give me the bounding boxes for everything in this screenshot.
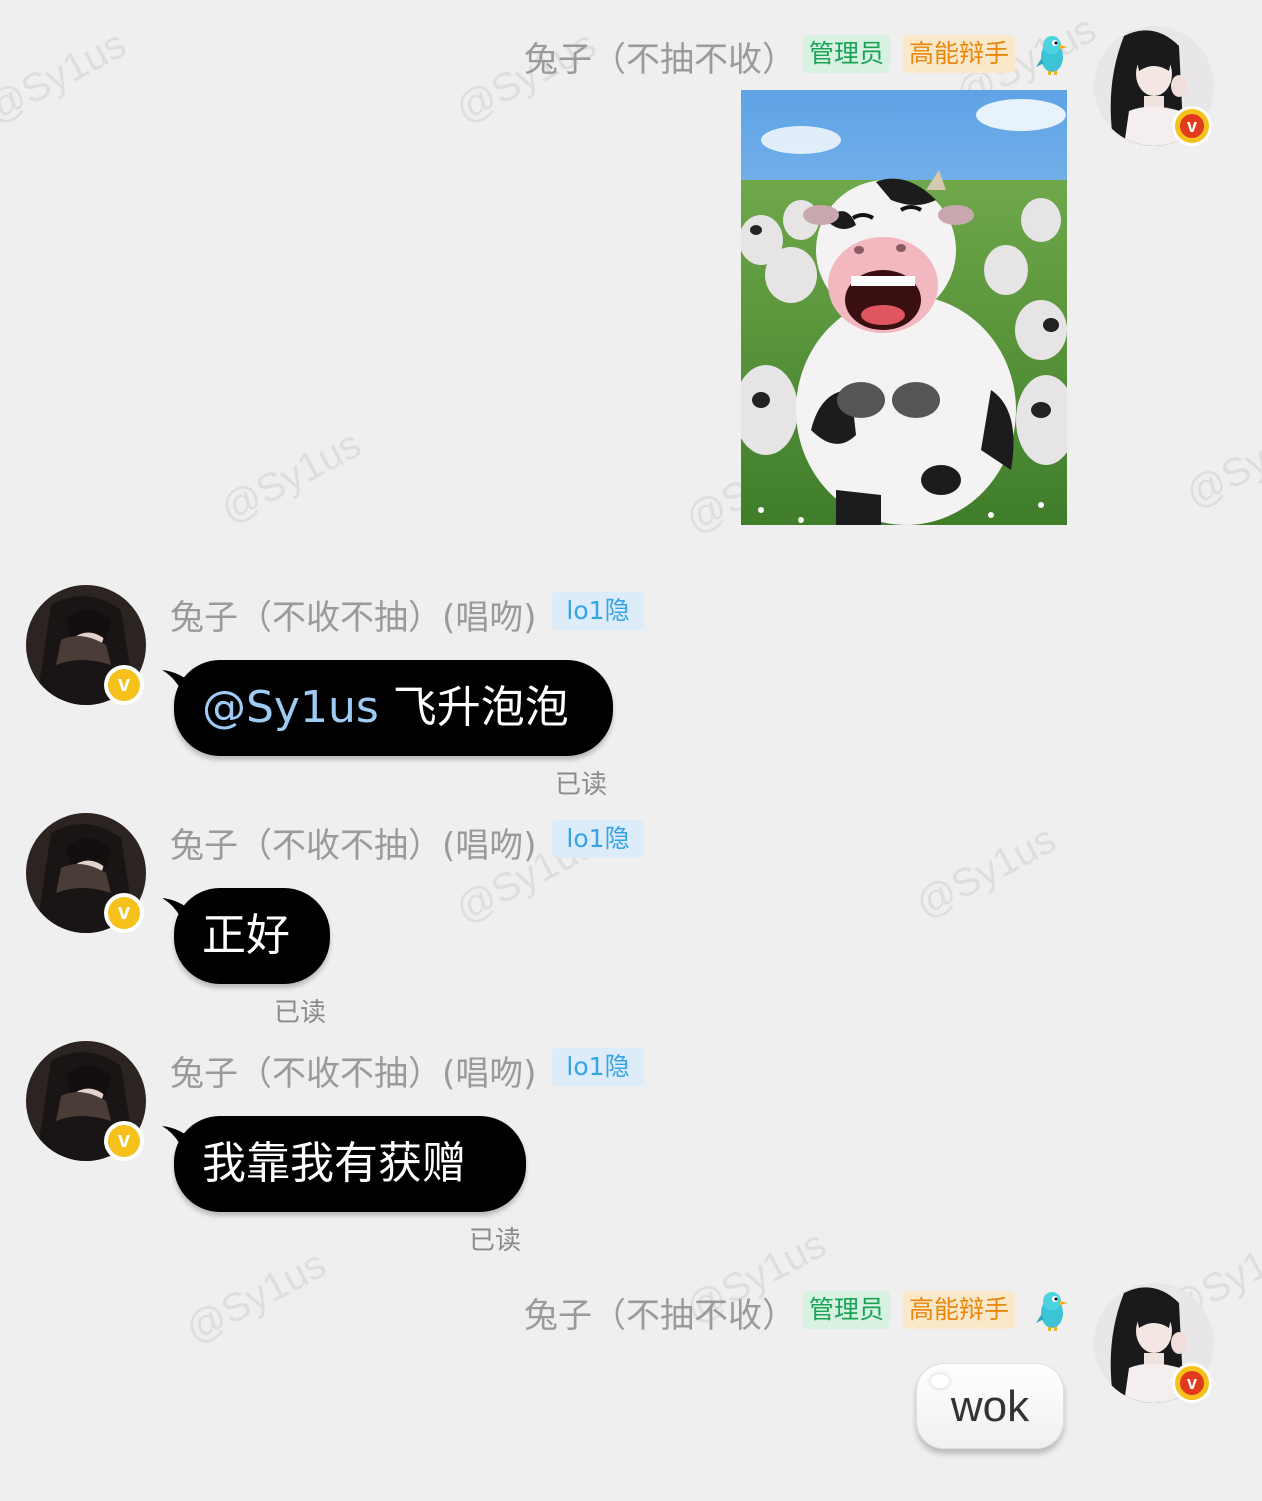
v-badge-icon: v bbox=[1172, 106, 1212, 146]
message-bubble[interactable]: 我靠我有获赠 bbox=[162, 1116, 526, 1212]
message-text: 我靠我有获赠 bbox=[202, 1138, 466, 1189]
avatar[interactable]: v bbox=[26, 813, 146, 933]
bubble-tail bbox=[162, 670, 192, 696]
bubble-shine bbox=[931, 1374, 949, 1388]
sender-name[interactable]: 兔子（不收不抽）(唱吻) bbox=[170, 818, 537, 867]
debater-badge: 高能辩手 bbox=[903, 1291, 1016, 1329]
message-text: 飞升泡泡 bbox=[378, 682, 569, 733]
sender-name[interactable]: 兔子（不抽不收） bbox=[524, 32, 796, 81]
bubble-tail bbox=[162, 898, 192, 924]
admin-badge: 管理员 bbox=[803, 1291, 891, 1329]
mention-link[interactable]: @Sy1us bbox=[202, 682, 379, 733]
avatar[interactable]: v bbox=[26, 1041, 146, 1161]
v-badge-icon: v bbox=[104, 893, 144, 933]
message-text: wok bbox=[950, 1382, 1030, 1431]
v-badge-icon: v bbox=[1172, 1363, 1212, 1403]
watermark: @Sy1us bbox=[213, 422, 368, 533]
message-bubble[interactable]: 正好 bbox=[162, 888, 330, 984]
sender-name[interactable]: 兔子（不收不抽）(唱吻) bbox=[170, 1046, 537, 1095]
laughing-cow-sticker[interactable] bbox=[741, 90, 1067, 525]
debater-badge: 高能辩手 bbox=[903, 35, 1016, 73]
message-text: 正好 bbox=[202, 910, 290, 961]
avatar[interactable]: v bbox=[1094, 26, 1214, 146]
bird-icon bbox=[1034, 33, 1070, 75]
watermark: @Sy1us bbox=[0, 22, 133, 133]
avatar[interactable]: v bbox=[1094, 1283, 1214, 1403]
v-badge-icon: v bbox=[104, 1121, 144, 1161]
level-badge: lo1隐 bbox=[552, 1048, 644, 1086]
watermark: @Sy1us bbox=[1178, 407, 1262, 518]
read-status: 已读 bbox=[274, 998, 327, 1028]
avatar[interactable]: v bbox=[26, 585, 146, 705]
sender-name[interactable]: 兔子（不抽不收） bbox=[524, 1288, 796, 1337]
level-badge: lo1隐 bbox=[552, 592, 644, 630]
admin-badge: 管理员 bbox=[803, 35, 891, 73]
read-status: 已读 bbox=[555, 770, 608, 800]
watermark: @Sy1us bbox=[908, 817, 1063, 928]
v-badge-icon: v bbox=[104, 665, 144, 705]
level-badge: lo1隐 bbox=[552, 820, 644, 858]
sender-name[interactable]: 兔子（不收不抽）(唱吻) bbox=[170, 590, 537, 639]
read-status: 已读 bbox=[469, 1226, 522, 1256]
message-bubble[interactable]: @Sy1us 飞升泡泡 bbox=[162, 660, 613, 756]
watermark: @Sy1us bbox=[178, 1242, 333, 1353]
bird-icon bbox=[1034, 1289, 1070, 1331]
message-bubble[interactable]: wok bbox=[916, 1363, 1064, 1449]
bubble-tail bbox=[162, 1126, 192, 1152]
